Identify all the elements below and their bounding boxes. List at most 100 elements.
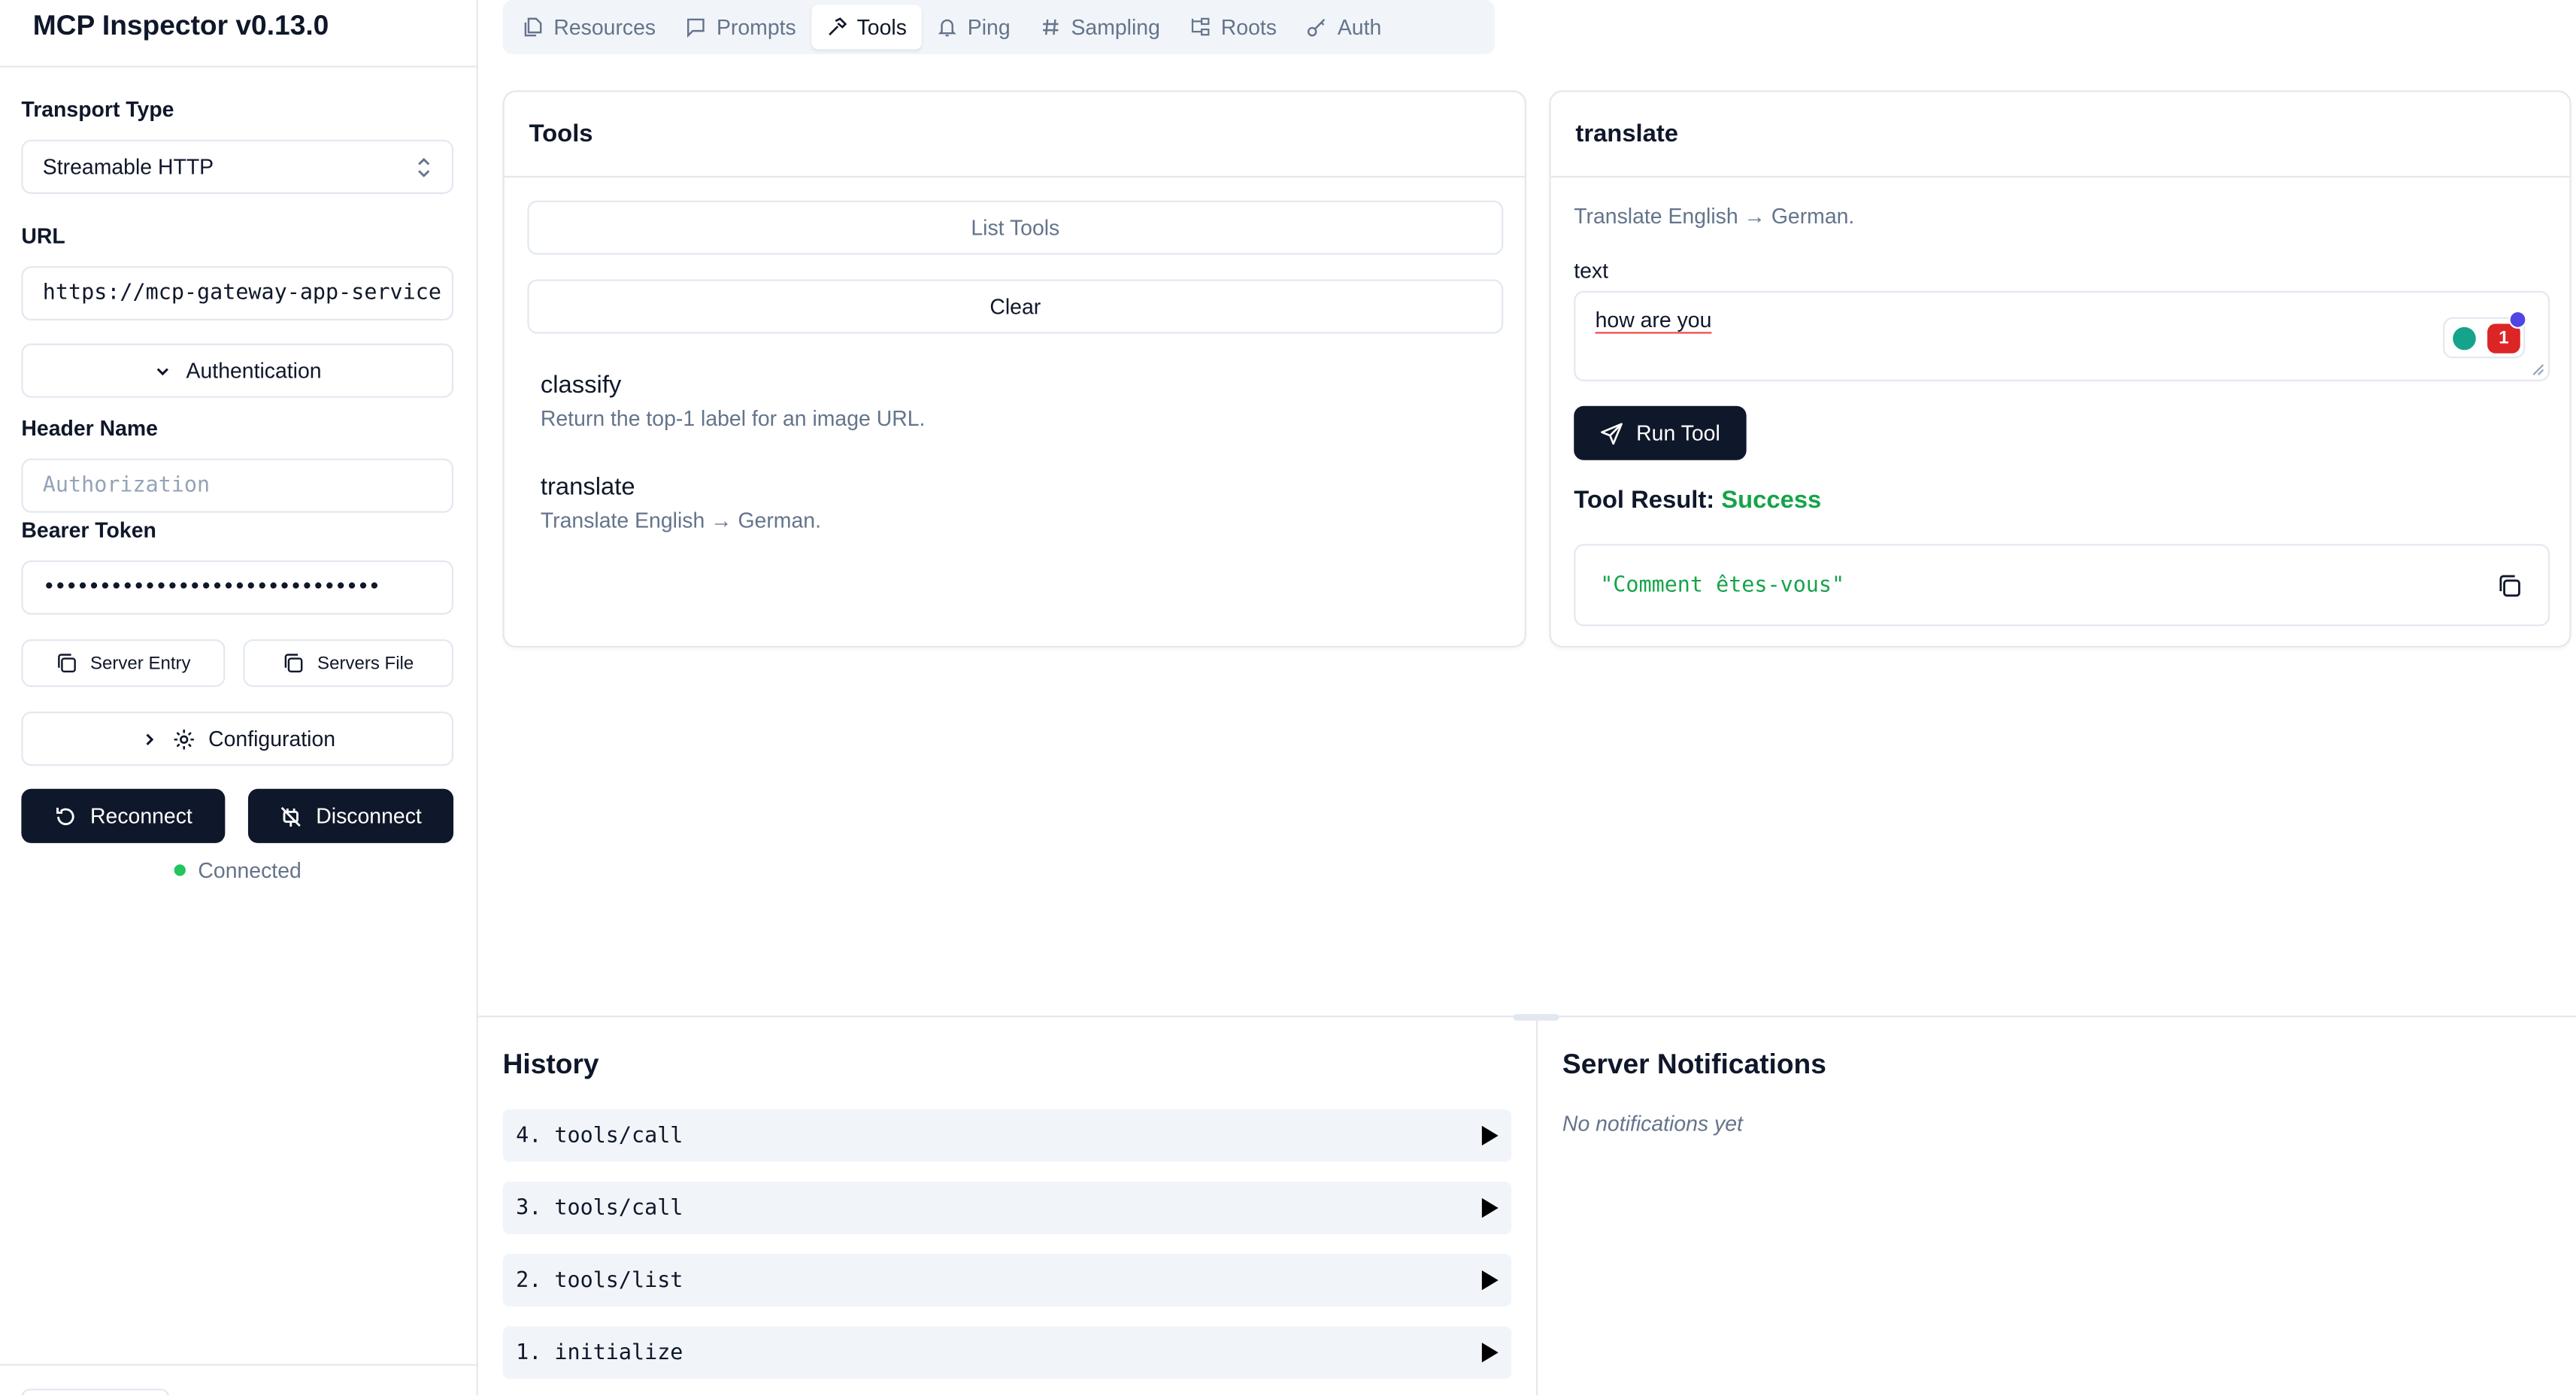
- folder-tree-icon: [1192, 17, 1210, 36]
- grammar-extension-widget[interactable]: 1: [2443, 310, 2527, 359]
- unplug-icon: [281, 806, 302, 826]
- tab-prompts[interactable]: Prompts: [671, 5, 811, 50]
- reconnect-button[interactable]: Reconnect: [21, 788, 226, 843]
- copy-icon[interactable]: [2497, 574, 2522, 599]
- notifications-panel: Server Notifications No notifications ye…: [1538, 1018, 2576, 1396]
- tab-sampling[interactable]: Sampling: [1025, 5, 1174, 50]
- gear-icon: [174, 729, 194, 749]
- authentication-label: Authentication: [186, 358, 322, 384]
- files-icon: [524, 17, 542, 37]
- history-panel: History 4. tools/call 3. tools/call 2. t…: [478, 1017, 1538, 1396]
- tab-resources-label: Resources: [553, 14, 656, 40]
- tool-result-status: Success: [1721, 486, 1822, 514]
- tool-item-translate[interactable]: translate Translate English → German.: [541, 473, 821, 533]
- connection-status: Connected: [21, 857, 453, 883]
- tab-auth[interactable]: Auth: [1292, 5, 1396, 50]
- list-tools-label: List Tools: [971, 215, 1060, 241]
- status-text: Connected: [198, 857, 302, 883]
- send-icon: [1600, 422, 1623, 445]
- expand-triangle-icon: [1481, 1343, 1499, 1363]
- grammar-extension-icon: [2453, 326, 2476, 351]
- key-icon: [1308, 19, 1326, 37]
- tab-ping-label: Ping: [967, 14, 1011, 40]
- transport-type-label: Transport Type: [21, 96, 174, 122]
- disconnect-button[interactable]: Disconnect: [247, 788, 454, 843]
- tool-detail-card: translate Translate English → German. te…: [1549, 90, 2571, 648]
- sidebar-header: MCP Inspector v0.13.0: [0, 0, 477, 68]
- bearer-token-label: Bearer Token: [21, 517, 156, 543]
- transport-type-select[interactable]: Streamable HTTP: [21, 139, 454, 194]
- text-param-value: how are you: [1595, 307, 1712, 332]
- tools-card-title: Tools: [504, 92, 1525, 178]
- run-tool-button[interactable]: Run Tool: [1574, 405, 1747, 460]
- notifications-empty-text: No notifications yet: [1562, 1111, 1743, 1136]
- list-tools-button[interactable]: List Tools: [527, 200, 1504, 255]
- run-tool-label: Run Tool: [1636, 420, 1720, 446]
- tool-name: translate: [540, 473, 635, 502]
- bottom-panels: History 4. tools/call 3. tools/call 2. t…: [477, 1014, 2576, 1396]
- bearer-token-value: ••••••••••••••••••••••••••••••: [42, 575, 381, 600]
- servers-file-label: Servers File: [317, 653, 414, 673]
- copy-icon: [57, 654, 76, 673]
- tab-roots-label: Roots: [1220, 14, 1277, 40]
- history-item-label: 3. tools/call: [516, 1195, 683, 1221]
- hammer-icon: [828, 17, 847, 36]
- transport-type-value: Streamable HTTP: [42, 154, 214, 180]
- disconnect-label: Disconnect: [316, 803, 422, 829]
- tool-description: Return the top-1 label for an image URL.: [540, 405, 926, 431]
- tab-resources[interactable]: Resources: [508, 5, 671, 50]
- expand-triangle-icon: [1481, 1125, 1499, 1146]
- history-item[interactable]: 4. tools/call: [502, 1109, 1512, 1162]
- tab-sampling-label: Sampling: [1071, 14, 1160, 40]
- app-title: MCP Inspector v0.13.0: [32, 10, 329, 41]
- tool-detail-description: Translate English → German.: [1574, 203, 1855, 229]
- tab-ping[interactable]: Ping: [922, 5, 1026, 50]
- tools-card: Tools List Tools Clear classify Return t…: [502, 90, 1526, 648]
- resize-handle-icon[interactable]: [2532, 363, 2544, 376]
- sidebar: MCP Inspector v0.13.0 Transport Type Str…: [0, 0, 478, 1396]
- server-entry-button[interactable]: Server Entry: [21, 639, 226, 687]
- main-tabs: Resources Prompts Tools Ping Sampling Ro…: [502, 0, 1496, 55]
- clear-label: Clear: [989, 294, 1041, 319]
- tab-tools[interactable]: Tools: [811, 5, 922, 50]
- copy-icon: [285, 654, 303, 673]
- header-name-input[interactable]: Authorization: [21, 458, 454, 513]
- tool-detail-title: translate: [1550, 92, 2570, 178]
- url-label: URL: [21, 223, 65, 248]
- tool-item-classify[interactable]: classify Return the top-1 label for an i…: [541, 372, 926, 431]
- history-title: History: [502, 1049, 599, 1080]
- chevrons-up-down-icon: [418, 157, 430, 178]
- tab-tools-label: Tools: [856, 14, 907, 40]
- rotate-ccw-icon: [56, 806, 74, 824]
- header-name-label: Header Name: [21, 415, 158, 441]
- history-item[interactable]: 1. initialize: [502, 1326, 1512, 1379]
- configuration-toggle-button[interactable]: Configuration: [21, 712, 454, 766]
- tool-description: Translate English → German.: [540, 508, 821, 533]
- tool-result-box: "Comment êtes-vous": [1574, 544, 2550, 627]
- history-item-label: 2. tools/list: [516, 1267, 683, 1293]
- tool-name: classify: [540, 371, 622, 399]
- url-value: https://mcp-gateway-app-service: [42, 281, 441, 306]
- tool-result-value: "Comment êtes-vous": [1600, 572, 1845, 598]
- servers-file-button[interactable]: Servers File: [243, 639, 454, 687]
- chevron-right-icon: [146, 733, 153, 745]
- message-square-icon: [687, 18, 705, 38]
- tool-result-label: Tool Result:: [1574, 486, 1715, 514]
- expand-triangle-icon: [1481, 1270, 1499, 1291]
- history-item-label: 4. tools/call: [516, 1123, 683, 1149]
- bell-icon: [938, 19, 956, 37]
- configuration-label: Configuration: [208, 726, 336, 751]
- bearer-token-input[interactable]: ••••••••••••••••••••••••••••••: [21, 560, 454, 615]
- authentication-toggle-button[interactable]: Authentication: [21, 343, 454, 398]
- clear-button[interactable]: Clear: [527, 279, 1504, 334]
- text-param-label: text: [1574, 258, 1609, 283]
- tab-auth-label: Auth: [1337, 14, 1382, 40]
- history-item[interactable]: 3. tools/call: [502, 1182, 1512, 1234]
- text-param-textarea[interactable]: how are you 1: [1574, 290, 2550, 381]
- server-entry-label: Server Entry: [90, 653, 191, 673]
- theme-select[interactable]: [21, 1388, 170, 1396]
- tab-roots[interactable]: Roots: [1175, 5, 1292, 50]
- url-input[interactable]: https://mcp-gateway-app-service: [21, 266, 454, 321]
- hash-icon: [1043, 19, 1059, 35]
- history-item[interactable]: 2. tools/list: [502, 1254, 1512, 1307]
